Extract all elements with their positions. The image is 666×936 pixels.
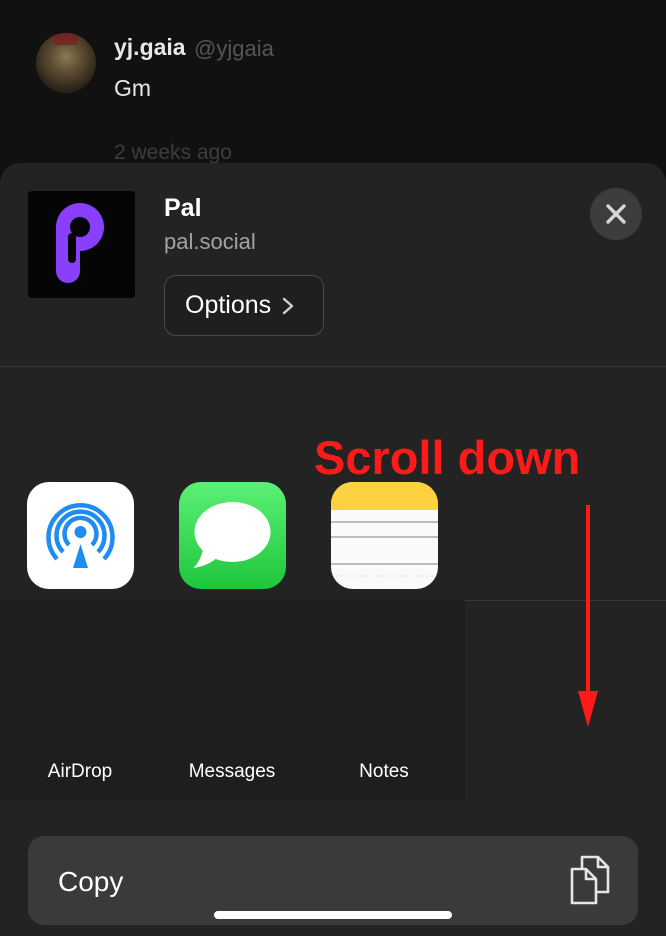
post-text: Gm bbox=[114, 75, 152, 101]
author-handle: @yjgaia bbox=[194, 36, 274, 61]
scroll-down-annotation: Scroll down bbox=[314, 431, 581, 484]
divider bbox=[0, 366, 666, 367]
copy-label: Copy bbox=[58, 866, 124, 897]
notes-label: Notes bbox=[359, 761, 409, 782]
close-button[interactable] bbox=[590, 188, 642, 240]
airdrop-label: AirDrop bbox=[47, 761, 113, 782]
airdrop-app[interactable] bbox=[27, 482, 134, 589]
arrow-down-icon bbox=[578, 505, 598, 727]
app-title: Pal bbox=[164, 194, 202, 222]
messages-icon bbox=[193, 502, 271, 568]
author-name[interactable]: yj.gaia bbox=[114, 34, 186, 61]
chevron-right-icon bbox=[282, 297, 294, 314]
notes-icon bbox=[331, 482, 438, 577]
pal-logo-icon bbox=[56, 203, 104, 283]
close-icon bbox=[606, 204, 626, 224]
copy-icon bbox=[570, 855, 610, 905]
options-button[interactable]: Options bbox=[164, 275, 324, 336]
airdrop-icon bbox=[46, 503, 115, 568]
post-timestamp: 2 weeks ago bbox=[114, 141, 232, 164]
background-post: yj.gaia @yjgaia Gm 2 weeks ago bbox=[0, 0, 666, 170]
avatar[interactable] bbox=[36, 33, 96, 93]
options-label: Options bbox=[185, 291, 272, 319]
messages-app[interactable] bbox=[179, 482, 286, 589]
home-indicator bbox=[214, 911, 452, 919]
app-url: pal.social bbox=[164, 229, 256, 254]
pal-app-icon bbox=[28, 191, 135, 298]
notes-app[interactable] bbox=[331, 482, 438, 589]
messages-label: Messages bbox=[188, 761, 276, 782]
